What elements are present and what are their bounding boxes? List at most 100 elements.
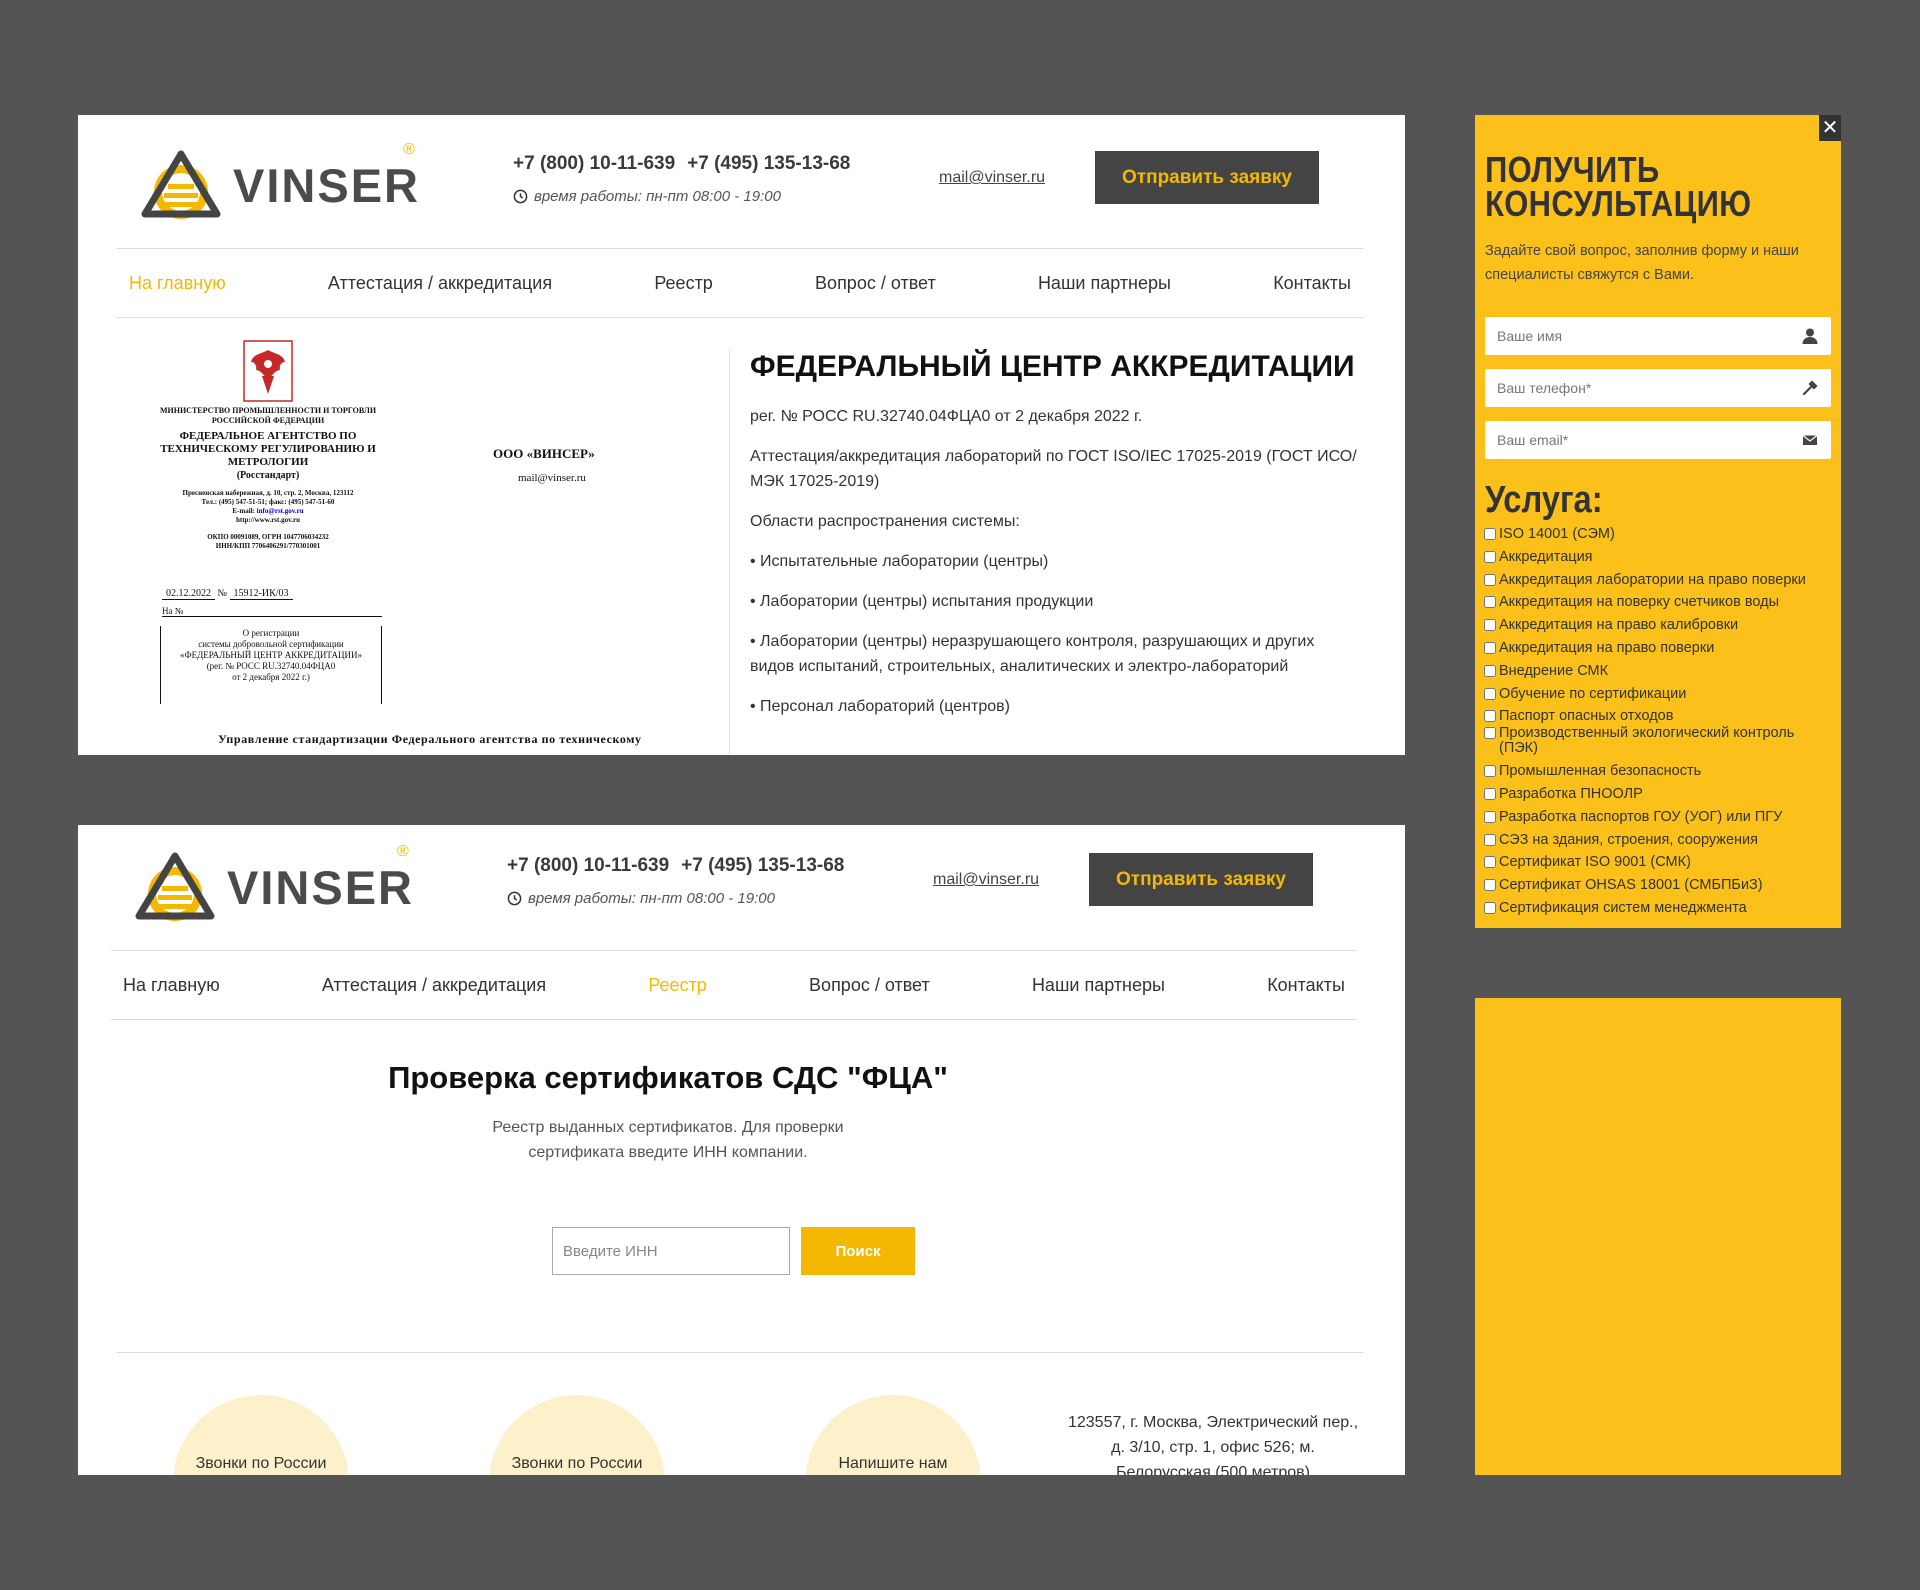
nav-item-registry[interactable]: Реестр [648,975,707,996]
service-label: Аккредитация [1499,548,1593,565]
service-checkbox[interactable] [1484,727,1496,740]
letter-address: Пресненская набережная, д. 10, стр. 2, М… [138,489,398,525]
letter-subject-4: (рег. № РОСС RU.32740.04ФЦА0 [206,661,336,671]
site-header: VINSER ® +7 (800) 10-11-639 +7 (495) 135-… [78,825,1405,952]
logo-wordmark: VINSER [227,861,414,914]
nav-item-registry[interactable]: Реестр [654,273,713,294]
service-option[interactable]: Обучение по сертификации [1484,685,1834,702]
service-checkbox[interactable] [1484,879,1496,892]
services-checklist: ISO 14001 (СЭМ) Аккредитация Аккредитаци… [1484,527,1834,924]
services-title: Услуга: [1485,479,1603,521]
email-link[interactable]: mail@vinser.ru [933,871,1039,889]
nav-item-contacts[interactable]: Контакты [1273,273,1351,294]
letter-reference: На № [162,606,382,617]
letter-date-number: 02.12.2022 № 15912-ИК/03 [162,588,293,600]
service-checkbox[interactable] [1484,664,1496,677]
service-option[interactable]: Промышленная безопасность [1484,764,1834,779]
service-option[interactable]: СЭЗ на здания, строения, сооружения [1484,832,1834,848]
registration-letter-image: МИНИСТЕРСТВО ПРОМЫШЛЕННОСТИ И ТОРГОВЛИ Р… [138,340,718,755]
inn-input[interactable] [552,1227,790,1275]
nav-item-faq[interactable]: Вопрос / ответ [815,273,936,294]
vinser-logo[interactable]: VINSER ® [135,842,435,932]
service-checkbox[interactable] [1484,641,1496,654]
service-option[interactable]: Аккредитация лаборатории на право поверк… [1484,571,1834,588]
phone-1[interactable]: +7 (800) 10-11-639 [513,153,675,174]
service-label: Разработка ПНООЛР [1499,785,1643,802]
letter-body-start: Управление стандартизации Федерального а… [218,732,642,746]
service-label: Аккредитация лаборатории на право поверк… [1499,571,1806,588]
email-field[interactable] [1485,421,1831,459]
service-option[interactable]: Внедрение СМК [1484,662,1834,679]
phone-2[interactable]: +7 (495) 135-13-68 [681,855,844,876]
email-link[interactable]: mail@vinser.ru [939,169,1045,187]
service-option[interactable]: Разработка ПНООЛР [1484,785,1834,802]
service-checkbox[interactable] [1484,856,1496,869]
content-divider [729,350,730,755]
nav-item-attestation[interactable]: Аттестация / аккредитация [328,273,552,294]
area-item: • Лаборатории (центры) испытания продукц… [750,593,1094,610]
letter-number-sign: № [217,588,228,599]
service-label: Сертификация систем менеджмента [1499,899,1747,916]
service-option[interactable]: Аккредитация на право калибровки [1484,618,1834,633]
form-title: ПОЛУЧИТЬ КОНСУЛЬТАЦИЮ [1485,149,1752,224]
name-input[interactable] [1497,328,1801,344]
service-option[interactable]: ISO 14001 (СЭМ) [1484,527,1834,542]
service-option[interactable]: Производственный экологический контроль … [1484,726,1834,756]
letter-email-line: E-mail: info@rst.gov.ru [138,507,398,516]
send-request-button[interactable]: Отправить заявку [1095,151,1319,204]
letter-date: 02.12.2022 [162,588,215,600]
service-label: Внедрение СМК [1499,662,1609,679]
service-option[interactable]: Аккредитация [1484,548,1834,565]
russian-emblem-icon [243,340,293,402]
user-icon [1802,328,1818,344]
service-checkbox[interactable] [1484,787,1496,800]
contact-label-write-us: Напишите нам [838,1455,948,1472]
send-request-button[interactable]: Отправить заявку [1089,853,1313,906]
phone-1[interactable]: +7 (800) 10-11-639 [507,855,669,876]
service-checkbox[interactable] [1484,573,1496,586]
nav-item-faq[interactable]: Вопрос / ответ [809,975,930,996]
nav-item-home[interactable]: На главную [123,975,220,996]
phone-field[interactable] [1485,369,1831,407]
vinser-logo[interactable]: VINSER ® [141,140,441,230]
accreditation-scope: Аттестация/аккредитация лабораторий по Г… [750,448,1357,490]
service-label: Обучение по сертификации [1499,685,1687,702]
service-option[interactable]: Аккредитация на право поверки [1484,640,1834,656]
email-input[interactable] [1497,432,1801,448]
service-checkbox[interactable] [1484,619,1496,632]
service-checkbox[interactable] [1484,833,1496,846]
nav-item-contacts[interactable]: Контакты [1267,975,1345,996]
service-checkbox[interactable] [1484,550,1496,563]
service-checkbox[interactable] [1484,687,1496,700]
nav-item-attestation[interactable]: Аттестация / аккредитация [322,975,546,996]
letter-agency-short: (Росстандарт) [236,470,300,481]
letter-recipient: ООО «ВИНСЕР» [493,446,595,461]
service-checkbox[interactable] [1484,528,1496,540]
service-option[interactable]: Сертификация систем менеджмента [1484,899,1834,916]
service-option[interactable]: Аккредитация на поверку счетчиков воды [1484,595,1834,610]
letter-email-label: E-mail: [232,507,257,515]
phone-input[interactable] [1497,380,1801,396]
service-checkbox[interactable] [1484,810,1496,823]
service-checkbox[interactable] [1484,901,1496,914]
service-checkbox[interactable] [1484,596,1496,609]
phone-2[interactable]: +7 (495) 135-13-68 [687,153,850,174]
letter-email: info@rst.gov.ru [256,507,304,515]
service-option[interactable]: Паспорт опасных отходов [1484,709,1834,724]
service-option[interactable]: Сертификат OHSAS 18001 (СМБПБиЗ) [1484,878,1834,893]
service-checkbox[interactable] [1484,765,1496,778]
service-option[interactable]: Сертификат ISO 9001 (СМК) [1484,855,1834,870]
nav-item-partners[interactable]: Наши партнеры [1038,273,1171,294]
page-subtitle-line-1: Реестр выданных сертификатов. Для провер… [492,1119,844,1136]
service-label: Сертификат ISO 9001 (СМК) [1499,854,1691,871]
service-checkbox[interactable] [1484,710,1496,723]
search-button[interactable]: Поиск [801,1227,915,1275]
logo-wordmark: VINSER [233,159,420,212]
name-field[interactable] [1485,317,1831,355]
page-title: ФЕДЕРАЛЬНЫЙ ЦЕНТР АККРЕДИТАЦИИ [750,350,1355,383]
nav-item-partners[interactable]: Наши партнеры [1032,975,1165,996]
service-option[interactable]: Разработка паспортов ГОУ (УОГ) или ПГУ [1484,809,1834,825]
nav-item-home[interactable]: На главную [129,273,226,294]
close-icon[interactable]: ✕ [1819,115,1841,141]
letter-subject-2: системы добровольной сертификации [198,639,344,649]
